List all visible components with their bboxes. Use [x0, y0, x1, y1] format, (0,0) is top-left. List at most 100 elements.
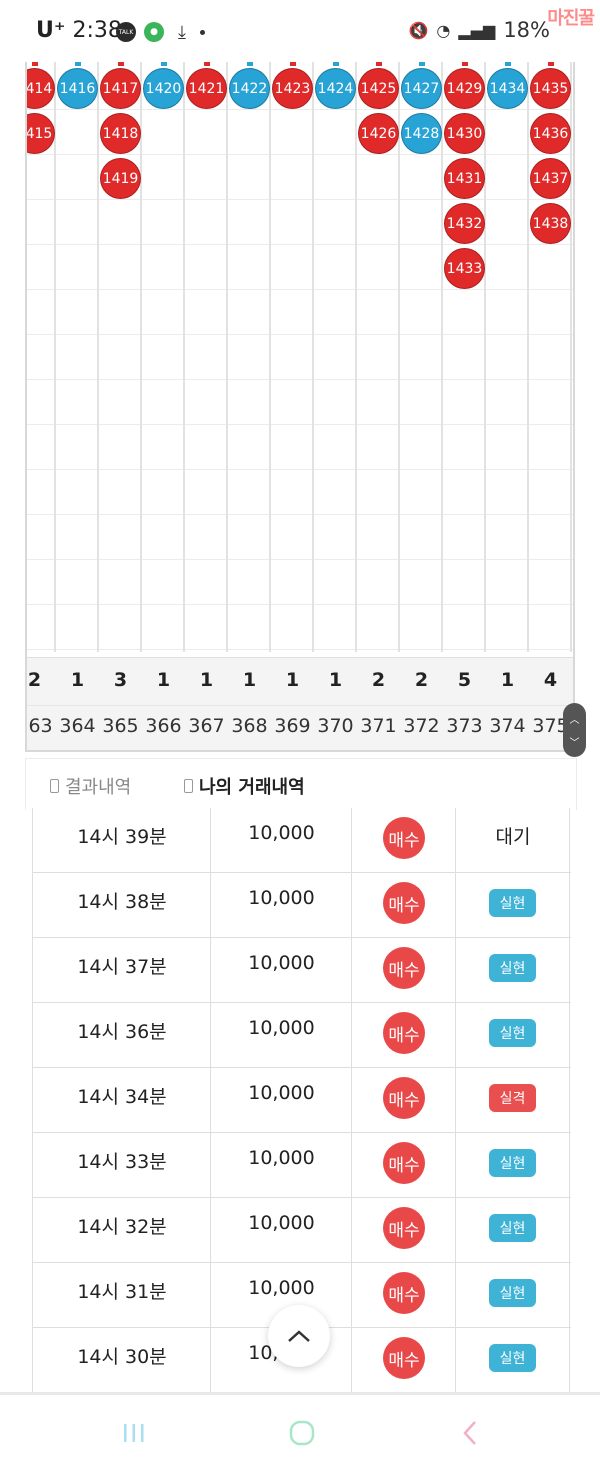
round-number: 365 — [102, 715, 139, 737]
scroll-down-icon[interactable]: ﹀ — [570, 734, 580, 749]
result-ball: 1423 — [272, 68, 313, 109]
column-marker — [376, 62, 382, 66]
trade-status-cell: 실현 — [456, 938, 570, 1003]
trade-time-cell: 14시 32분 — [33, 1198, 211, 1263]
column-marker — [32, 62, 38, 66]
result-ball: 1437 — [530, 158, 571, 199]
home-icon — [289, 1420, 315, 1446]
round-number: 370 — [317, 715, 354, 737]
streak-count: 1 — [70, 669, 85, 691]
trade-row: 14시 38분 10,000 매수 실현 — [33, 873, 571, 938]
trade-time: 14시 31분 — [77, 1281, 167, 1303]
grid-column — [56, 62, 99, 652]
result-ball: 1419 — [100, 158, 141, 199]
round-number: 363 — [27, 715, 53, 737]
round-number: 371 — [360, 715, 397, 737]
column-marker — [118, 62, 124, 66]
trade-row: 14시 33분 10,000 매수 실현 — [33, 1133, 571, 1198]
column-marker — [462, 62, 468, 66]
battery-level: 18% — [503, 18, 550, 42]
tab-my-trades[interactable]: 나의 거래내역 — [184, 773, 305, 799]
column-marker — [204, 62, 210, 66]
tab-my-trades-label: 나의 거래내역 — [199, 777, 305, 798]
grid-column — [486, 62, 529, 652]
trade-time: 14시 36분 — [77, 1021, 167, 1043]
round-number: 369 — [274, 715, 311, 737]
trade-amount-cell: 10,000 — [211, 1068, 352, 1133]
streak-count: 1 — [199, 669, 214, 691]
trade-amount: 10,000 — [248, 1082, 315, 1104]
trade-time-cell: 14시 33분 — [33, 1133, 211, 1198]
back-button[interactable] — [450, 1417, 490, 1449]
system-nav-bar — [0, 1392, 600, 1467]
tab-results-label: 결과내역 — [65, 777, 132, 798]
grid-column — [314, 62, 357, 652]
trade-time-cell: 14시 34분 — [33, 1068, 211, 1133]
home-button[interactable] — [282, 1417, 322, 1449]
wifi-icon: ◔ — [436, 20, 451, 40]
trade-time-cell: 14시 30분 — [33, 1328, 211, 1393]
clock: 2:38 — [72, 18, 122, 43]
buy-badge: 매수 — [383, 1077, 425, 1119]
trade-type-cell: 매수 — [352, 938, 456, 1003]
scroll-to-top-button[interactable] — [268, 1305, 330, 1367]
buy-badge: 매수 — [383, 1012, 425, 1054]
streak-count: 5 — [457, 669, 472, 691]
result-ball: 1433 — [444, 248, 485, 289]
result-ball: 1417 — [100, 68, 141, 109]
result-ball: 1427 — [401, 68, 442, 109]
trade-amount: 10,000 — [248, 1277, 315, 1299]
trade-amount-cell: 10,000 — [211, 1003, 352, 1068]
trade-type-cell: 매수 — [352, 808, 456, 873]
column-marker — [290, 62, 296, 66]
trade-time-cell: 14시 36분 — [33, 1003, 211, 1068]
chevron-up-icon — [288, 1330, 310, 1342]
buy-badge: 매수 — [383, 1207, 425, 1249]
round-number: 373 — [446, 715, 483, 737]
round-number: 364 — [59, 715, 96, 737]
result-ball: 1425 — [358, 68, 399, 109]
trade-type-cell: 매수 — [352, 1133, 456, 1198]
status-badge: 대기 — [495, 826, 531, 848]
result-ball: 1428 — [401, 113, 442, 154]
trade-amount: 10,000 — [248, 1212, 315, 1234]
trade-type-cell: 매수 — [352, 873, 456, 938]
round-number: 368 — [231, 715, 268, 737]
trade-amount-cell: 10,000 — [211, 1198, 352, 1263]
tab-results[interactable]: 결과내역 — [50, 773, 131, 799]
trade-time: 14시 32분 — [77, 1216, 167, 1238]
trade-time: 14시 33분 — [77, 1151, 167, 1173]
trade-row: 14시 34분 10,000 매수 실격 — [33, 1068, 571, 1133]
trade-status-cell: 실현 — [456, 1263, 570, 1328]
result-ball: 1421 — [186, 68, 227, 109]
recent-apps-button[interactable] — [114, 1417, 154, 1449]
trade-time-cell: 14시 38분 — [33, 873, 211, 938]
app-icon: ● — [144, 22, 164, 42]
column-marker — [161, 62, 167, 66]
buy-badge: 매수 — [383, 1142, 425, 1184]
trade-time: 14시 34분 — [77, 1086, 167, 1108]
kakaotalk-icon: TALK — [116, 22, 136, 42]
column-marker — [333, 62, 339, 66]
streak-count: 2 — [414, 669, 429, 691]
trade-status-cell: 실현 — [456, 1003, 570, 1068]
trade-type-cell: 매수 — [352, 1003, 456, 1068]
scroll-up-icon[interactable]: ︿ — [570, 711, 580, 726]
streak-count: 3 — [113, 669, 128, 691]
result-ball: 1420 — [143, 68, 184, 109]
trade-status-cell: 실현 — [456, 1133, 570, 1198]
trade-amount-cell: 10,000 — [211, 938, 352, 1003]
trade-amount: 10,000 — [248, 952, 315, 974]
column-marker — [548, 62, 554, 66]
recent-apps-icon — [124, 1424, 144, 1442]
result-ball: 1416 — [57, 68, 98, 109]
status-badge: 실격 — [489, 1084, 536, 1112]
result-ball: 1429 — [444, 68, 485, 109]
trade-type-cell: 매수 — [352, 1198, 456, 1263]
trade-time-cell: 14시 37분 — [33, 938, 211, 1003]
grid-scroll-control[interactable]: ︿ ﹀ — [563, 703, 586, 757]
status-badge: 실현 — [489, 1214, 536, 1242]
trade-row: 14시 32분 10,000 매수 실현 — [33, 1198, 571, 1263]
status-badge: 실현 — [489, 889, 536, 917]
trade-status-cell: 실현 — [456, 1198, 570, 1263]
